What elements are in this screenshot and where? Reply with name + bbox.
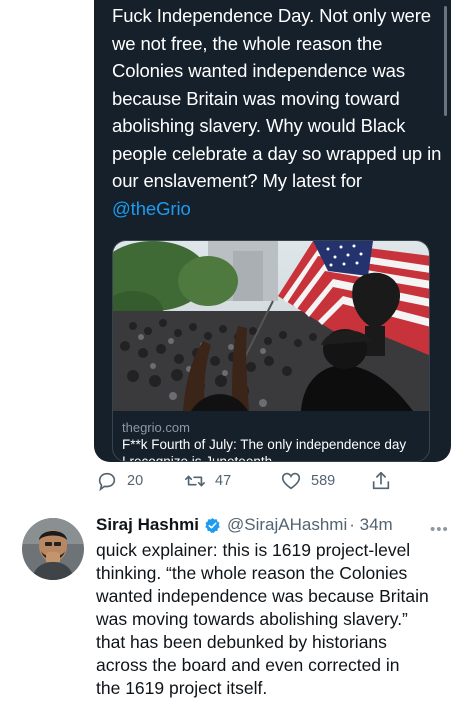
tweet-action-bar: 20 47 589 <box>96 470 396 496</box>
link-domain: thegrio.com <box>122 420 190 435</box>
avatar[interactable] <box>22 518 84 580</box>
quoted-tweet-card[interactable]: Fuck Independence Day. Not only were we … <box>94 0 451 462</box>
heart-icon <box>281 472 301 490</box>
like-count: 589 <box>311 473 336 489</box>
retweet-icon <box>185 475 205 487</box>
tweet-author-line: Siraj Hashmi @SirajAHashmi · 34m <box>96 514 393 536</box>
reply-count: 20 <box>127 473 144 489</box>
link-title-line2[interactable]: I recognize is Juneteenth <box>122 453 422 461</box>
tweet-timestamp[interactable]: · 34m <box>349 515 392 535</box>
share-icon <box>372 471 390 490</box>
link-preview-card[interactable]: thegrio.com F**k Fourth of July: The onl… <box>112 240 430 462</box>
link-title-line1[interactable]: F**k Fourth of July: The only independen… <box>122 436 422 453</box>
verified-badge-icon <box>205 517 220 533</box>
more-icon[interactable]: ••• <box>430 521 449 538</box>
author-handle[interactable]: @SirajAHashmi <box>227 515 347 535</box>
share-button[interactable] <box>370 470 392 492</box>
tweet-text: quick explainer: this is 1619 project-le… <box>96 540 429 698</box>
quoted-tweet-text: Fuck Independence Day. Not only were we … <box>112 2 442 222</box>
scrollbar-thumb[interactable] <box>444 6 447 116</box>
retweet-count: 47 <box>215 473 232 489</box>
author-name[interactable]: Siraj Hashmi <box>96 515 199 535</box>
reply-icon <box>98 472 116 492</box>
quoted-tweet-body: Fuck Independence Day. Not only were we … <box>112 5 442 191</box>
retweet-button[interactable]: 47 <box>184 470 231 492</box>
mention-link[interactable]: @theGrio <box>112 198 191 219</box>
article-photo <box>113 241 429 411</box>
link-preview-meta: thegrio.com F**k Fourth of July: The onl… <box>122 419 422 461</box>
like-button[interactable]: 589 <box>280 470 335 492</box>
reply-button[interactable]: 20 <box>96 470 143 492</box>
